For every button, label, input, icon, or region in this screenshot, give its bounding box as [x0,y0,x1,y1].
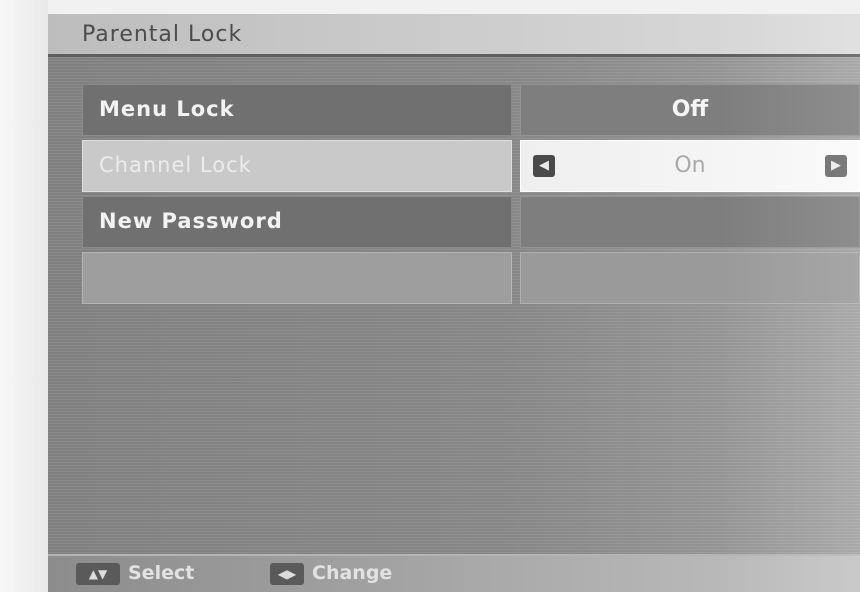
channel-lock-selector[interactable]: ◀ On ▶ [520,140,860,192]
page-margin [0,0,48,592]
parental-lock-menu: Menu Lock Off Channel Lock ◀ On ▶ New Pa… [82,84,860,308]
confirm-password-label [82,252,512,304]
footer-select-hint: ▲▼ Select [76,562,194,585]
tv-menu-screen: Parental Lock Menu Lock Off Channel Lock… [48,14,860,592]
menu-row-channel-lock[interactable]: Channel Lock ◀ On ▶ [82,140,860,192]
menu-lock-label: Menu Lock [82,84,512,136]
new-password-label: New Password [82,196,512,248]
menu-row-confirm-password [82,252,860,304]
title-bar: Parental Lock [48,14,860,57]
arrow-left-icon[interactable]: ◀ [533,155,555,177]
menu-lock-value[interactable]: Off [520,84,860,136]
nav-keys-icon: ▲▼ [76,562,120,585]
new-password-value[interactable] [520,196,860,248]
footer-change-hint: ◀▶ Change [270,562,392,585]
footer-help-bar: ▲▼ Select ◀▶ Change [48,554,860,592]
confirm-password-value [520,252,860,304]
footer-select-label: Select [128,562,195,584]
menu-row-menu-lock[interactable]: Menu Lock Off [82,84,860,136]
arrow-right-icon[interactable]: ▶ [825,155,847,177]
channel-lock-label: Channel Lock [82,140,512,192]
footer-change-label: Change [312,562,393,584]
left-right-keys-icon: ◀▶ [270,562,304,585]
menu-row-new-password[interactable]: New Password [82,196,860,248]
menu-title: Parental Lock [82,22,243,47]
channel-lock-value: On [674,153,706,178]
